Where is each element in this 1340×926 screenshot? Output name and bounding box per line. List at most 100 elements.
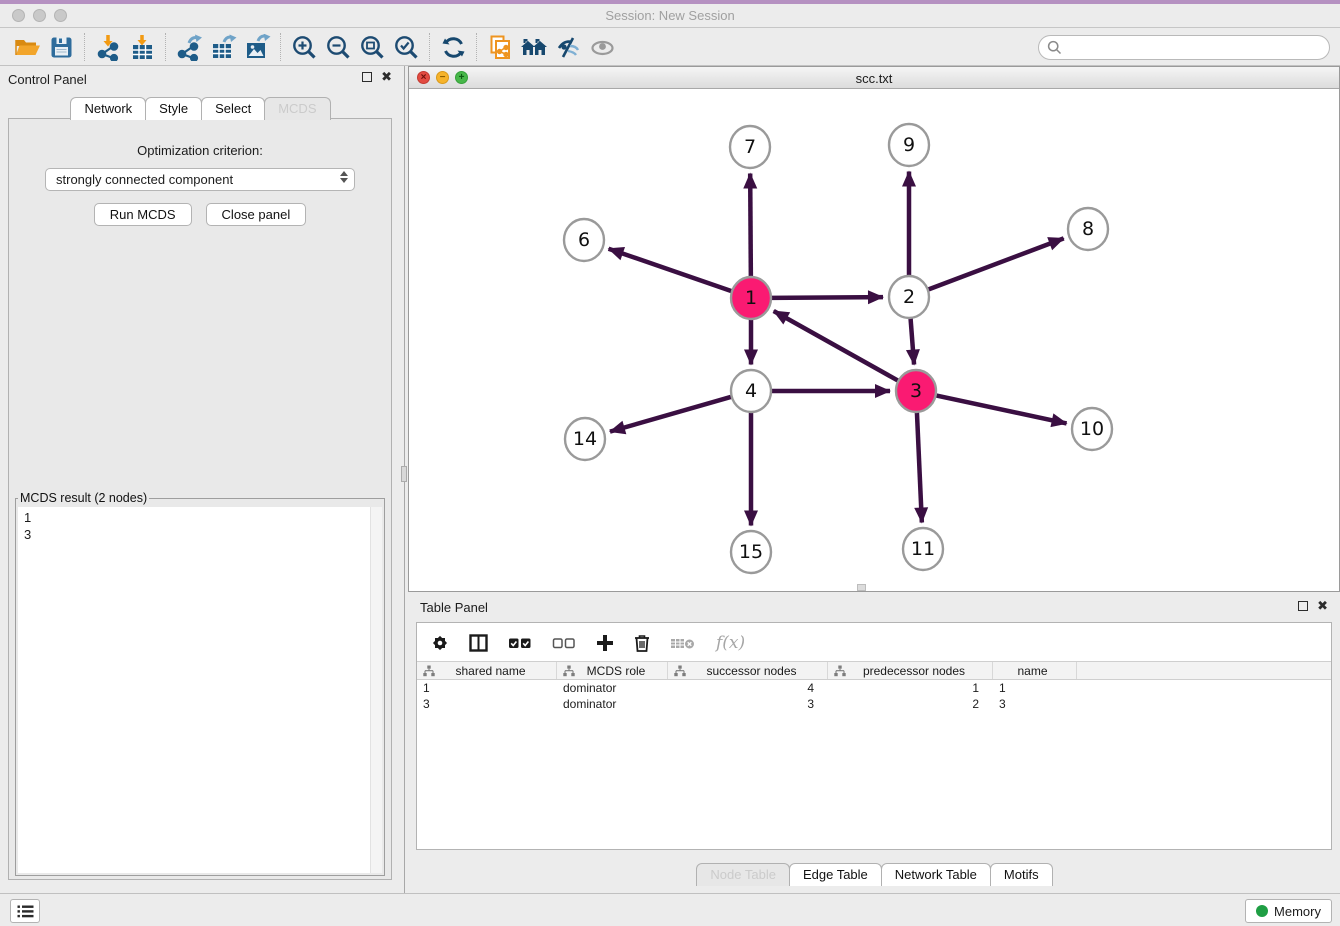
cell-name[interactable]: 3 (993, 696, 1077, 712)
toolbar-separator (84, 33, 85, 61)
cell-predecessor-nodes[interactable]: 2 (828, 696, 993, 712)
tab-mcds[interactable]: MCDS (264, 97, 330, 120)
network-window-titlebar[interactable]: × − + scc.txt (409, 67, 1339, 89)
splitter-handle[interactable] (401, 466, 407, 482)
node-4[interactable]: 4 (731, 370, 771, 412)
show-eye-icon (585, 32, 619, 62)
hierarchy-icon (834, 665, 846, 677)
node-9[interactable]: 9 (889, 124, 929, 166)
edge-3-11[interactable] (917, 412, 922, 522)
table-row[interactable]: 3 dominator 3 2 3 (417, 696, 1331, 712)
edge-1-2[interactable] (772, 297, 883, 298)
cell-successor-nodes[interactable]: 3 (668, 696, 828, 712)
node-3[interactable]: 3 (896, 370, 936, 412)
column-header-shared-name[interactable]: shared name (417, 662, 557, 679)
zoom-in-icon[interactable] (287, 32, 321, 62)
cell-shared-name[interactable]: 1 (417, 680, 557, 696)
column-header-predecessor-nodes[interactable]: predecessor nodes (828, 662, 993, 679)
cell-name[interactable]: 1 (993, 680, 1077, 696)
titlebar-accent-strip (0, 0, 1340, 4)
hide-eye-icon[interactable] (551, 32, 585, 62)
close-panel-button[interactable]: Close panel (206, 203, 307, 226)
search-input[interactable] (1067, 40, 1321, 55)
task-history-button[interactable] (10, 899, 40, 923)
homes-icon[interactable] (517, 32, 551, 62)
network-window-title: scc.txt (409, 71, 1339, 86)
tab-network-table[interactable]: Network Table (881, 863, 991, 886)
import-table-icon[interactable] (125, 32, 159, 62)
node-6[interactable]: 6 (564, 219, 604, 261)
split-columns-icon[interactable] (469, 634, 488, 652)
trash-icon[interactable] (634, 634, 650, 652)
node-14[interactable]: 14 (565, 418, 605, 460)
close-panel-icon[interactable]: ✖ (1317, 601, 1328, 611)
float-panel-icon[interactable] (1298, 601, 1308, 611)
svg-text:9: 9 (903, 134, 915, 156)
tab-edge-table[interactable]: Edge Table (789, 863, 882, 886)
node-1[interactable]: 1 (731, 277, 771, 319)
toolbar-search[interactable] (1038, 35, 1330, 60)
network-view-window: × − + scc.txt 7 9 6 8 1 2 4 3 14 10 15 11 (408, 66, 1340, 592)
tab-network[interactable]: Network (70, 97, 146, 120)
result-scrollbar[interactable] (370, 507, 382, 873)
gear-icon[interactable] (431, 634, 449, 652)
tab-select[interactable]: Select (201, 97, 265, 120)
cell-mcds-role[interactable]: dominator (557, 696, 668, 712)
run-mcds-button[interactable]: Run MCDS (94, 203, 192, 226)
table-row[interactable]: 1 dominator 4 1 1 (417, 680, 1331, 696)
svg-text:11: 11 (911, 538, 935, 560)
unchecked-checkboxes-icon[interactable] (552, 636, 576, 650)
edge-2-8[interactable] (929, 238, 1064, 289)
export-network-icon[interactable] (172, 32, 206, 62)
vertical-splitter[interactable] (400, 66, 408, 893)
save-icon[interactable] (44, 32, 78, 62)
import-network-icon[interactable] (91, 32, 125, 62)
column-header-mcds-role[interactable]: MCDS role (557, 662, 668, 679)
open-folder-icon[interactable] (10, 32, 44, 62)
tab-node-table[interactable]: Node Table (696, 863, 790, 886)
add-column-icon[interactable] (596, 634, 614, 652)
node-2[interactable]: 2 (889, 276, 929, 318)
cell-mcds-role[interactable]: dominator (557, 680, 668, 696)
network-graph[interactable]: 7 9 6 8 1 2 4 3 14 10 15 11 (409, 89, 1338, 590)
edge-4-14[interactable] (610, 397, 731, 432)
node-7[interactable]: 7 (730, 126, 770, 168)
checked-checkboxes-icon[interactable] (508, 636, 532, 650)
tab-motifs[interactable]: Motifs (990, 863, 1053, 886)
memory-button[interactable]: Memory (1245, 899, 1332, 923)
svg-text:2: 2 (903, 286, 915, 308)
close-panel-icon[interactable]: ✖ (381, 72, 392, 82)
column-header-successor-nodes[interactable]: successor nodes (668, 662, 828, 679)
result-line: 3 (24, 526, 382, 543)
export-table-icon[interactable] (206, 32, 240, 62)
mcds-result-fieldset: MCDS result (2 nodes) 1 3 (15, 491, 385, 876)
node-11[interactable]: 11 (903, 528, 943, 570)
edge-1-6[interactable] (609, 249, 732, 291)
edge-2-3[interactable] (911, 318, 915, 364)
cell-shared-name[interactable]: 3 (417, 696, 557, 712)
cell-successor-nodes[interactable]: 4 (668, 680, 828, 696)
toolbar-separator (429, 33, 430, 61)
edge-3-1[interactable] (774, 311, 898, 380)
documents-share-icon[interactable] (483, 32, 517, 62)
tab-style[interactable]: Style (145, 97, 202, 120)
mcds-result-legend: MCDS result (2 nodes) (18, 491, 149, 505)
mcds-result-textarea[interactable]: 1 3 (18, 507, 382, 873)
node-8[interactable]: 8 (1068, 208, 1108, 250)
refresh-icon[interactable] (436, 32, 470, 62)
column-header-name[interactable]: name (993, 662, 1077, 679)
edge-1-7[interactable] (750, 173, 751, 276)
float-panel-icon[interactable] (362, 72, 372, 82)
window-resize-grip[interactable] (857, 584, 866, 591)
node-10[interactable]: 10 (1072, 408, 1112, 450)
edge-3-10[interactable] (937, 396, 1067, 424)
zoom-out-icon[interactable] (321, 32, 355, 62)
criterion-select[interactable]: strongly connected component (45, 168, 355, 191)
svg-text:4: 4 (745, 380, 757, 402)
table-toolbar: f(x) (417, 623, 1331, 661)
zoom-fit-icon[interactable] (355, 32, 389, 62)
cell-predecessor-nodes[interactable]: 1 (828, 680, 993, 696)
export-image-icon[interactable] (240, 32, 274, 62)
zoom-selected-icon[interactable] (389, 32, 423, 62)
node-15[interactable]: 15 (731, 531, 771, 573)
